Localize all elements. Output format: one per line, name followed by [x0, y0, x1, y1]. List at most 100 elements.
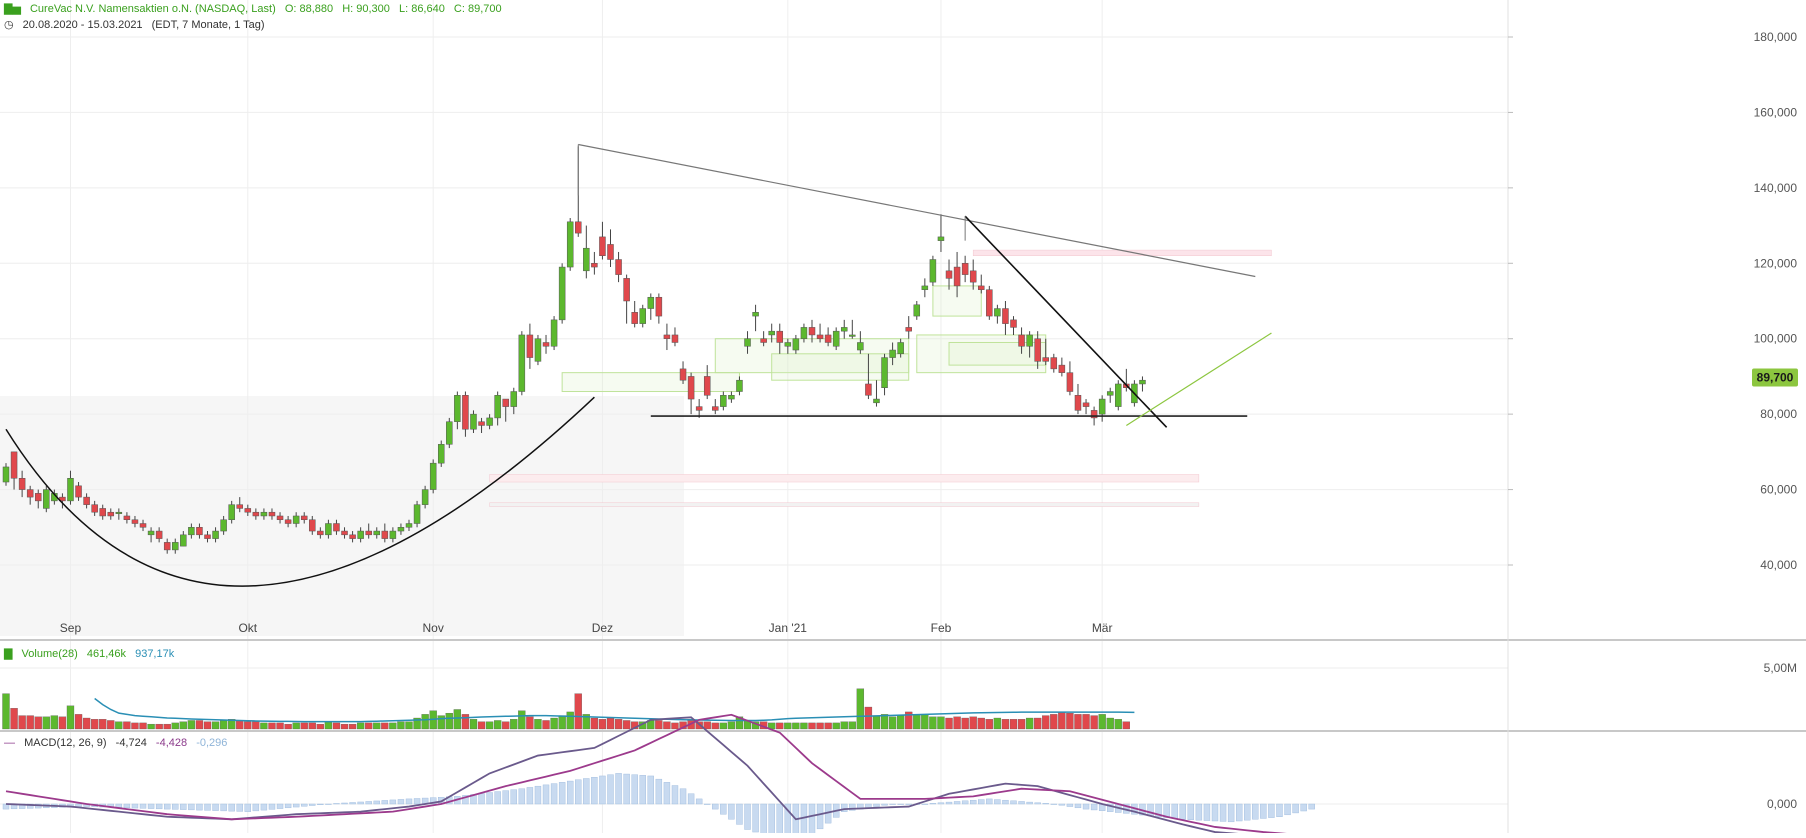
- volume-bar: [961, 717, 969, 730]
- volume-bar: [91, 719, 99, 730]
- macd-histogram-bar: [712, 803, 719, 810]
- candle-body: [10, 451, 18, 479]
- macd-histogram-bar: [268, 803, 276, 810]
- support-zone: [489, 474, 1200, 483]
- candle-body: [470, 413, 477, 430]
- volume-bar: [42, 716, 50, 730]
- volume-bar: [969, 716, 977, 730]
- open-value: O: 88,880: [284, 3, 334, 15]
- candle-body: [695, 406, 703, 411]
- price-tick-label: 80,000: [1760, 407, 1797, 421]
- macd-histogram-bar: [252, 803, 260, 812]
- candle-body: [897, 342, 904, 355]
- volume-bar: [179, 721, 187, 730]
- signal-value: -4,428: [155, 737, 188, 749]
- macd-histogram-bar: [1211, 803, 1219, 822]
- volume-bar: [671, 722, 679, 730]
- candle-body: [583, 247, 590, 272]
- volume-bar: [10, 708, 18, 730]
- candle-body: [953, 266, 961, 287]
- volume-bar: [34, 716, 42, 730]
- volume-bar: [147, 723, 155, 730]
- volume-bar: [107, 720, 115, 730]
- volume-bar: [719, 722, 727, 730]
- candle-body: [236, 504, 243, 509]
- candle-body: [881, 357, 888, 388]
- macd-histogram-bar: [679, 788, 687, 805]
- candle-body: [172, 542, 179, 551]
- macd-histogram-bar: [1042, 803, 1049, 805]
- volume-bar: [550, 717, 558, 730]
- macd-histogram-bar: [695, 798, 703, 805]
- candle-body: [978, 285, 985, 290]
- candle-body: [252, 511, 260, 517]
- macd-histogram-bar: [623, 773, 630, 805]
- candle-body: [558, 266, 566, 321]
- x-tick-label: Mär: [1092, 621, 1113, 635]
- candle-body: [1098, 398, 1106, 415]
- candle-body: [889, 349, 896, 358]
- candle-body: [180, 534, 187, 547]
- volume-bar: [171, 722, 179, 730]
- macd-histogram-bar: [1090, 803, 1098, 811]
- candle-body: [365, 530, 372, 536]
- candle-body: [220, 519, 227, 532]
- macd-histogram-bar: [276, 803, 284, 809]
- price-tick-label: 60,000: [1760, 483, 1797, 497]
- volume-value-1: 461,46k: [86, 648, 127, 660]
- macd-histogram-bar: [373, 800, 380, 805]
- period-info: (EDT, 7 Monate, 1 Tag): [151, 19, 265, 31]
- candle-body: [518, 334, 526, 392]
- candle-body: [300, 515, 308, 520]
- candle-body: [1010, 319, 1017, 328]
- candle-body: [937, 236, 945, 241]
- volume-bar: [131, 722, 139, 730]
- candle-body: [768, 330, 775, 336]
- macd-histogram-bar: [945, 801, 953, 805]
- volume-bar: [598, 719, 607, 730]
- macd-histogram-bar: [655, 778, 663, 805]
- candle-body: [437, 444, 445, 464]
- macd-histogram-bar: [1284, 803, 1291, 816]
- instrument-header: ▇▅ CureVac N.V. Namensaktien o.N. (NASDA…: [4, 2, 508, 15]
- candle-body: [115, 511, 123, 514]
- volume-bar: [526, 716, 534, 730]
- clock-icon: ◷: [4, 19, 14, 31]
- macd-histogram-bar: [526, 787, 534, 805]
- date-range: 20.08.2020 - 15.03.2021: [22, 19, 143, 31]
- volume-bar: [622, 720, 631, 730]
- candle-body: [405, 523, 413, 528]
- candle-body: [83, 496, 90, 505]
- volume-bar: [510, 719, 518, 730]
- volume-bar: [824, 722, 832, 730]
- volume-bar: [558, 715, 566, 730]
- macd-histogram-bar: [929, 803, 937, 805]
- macd-histogram-bar: [994, 799, 1001, 805]
- volume-bar: [421, 714, 429, 730]
- candle-body: [663, 334, 671, 339]
- macd-histogram-bar: [389, 799, 397, 805]
- candle-body: [1139, 379, 1146, 385]
- candle-body: [510, 391, 518, 407]
- volume-bar: [365, 722, 373, 730]
- macd-histogram-bar: [905, 803, 912, 805]
- candle-body: [131, 519, 139, 524]
- candle-body: [736, 379, 743, 392]
- volume-bar: [913, 714, 921, 730]
- macd-histogram-bar: [365, 801, 372, 805]
- volume-bar: [1090, 715, 1098, 730]
- candle-body: [631, 312, 638, 324]
- x-tick-label: Jan '21: [769, 621, 808, 635]
- macd-histogram-bar: [534, 785, 542, 805]
- macd-histogram-bar: [1244, 803, 1251, 821]
- macd-histogram-bar: [728, 803, 735, 820]
- candle-body: [599, 236, 606, 256]
- macd-histogram-bar: [615, 773, 622, 805]
- macd-histogram-bar: [897, 803, 904, 805]
- macd-histogram-bar: [1219, 803, 1227, 822]
- support-zone: [489, 502, 1200, 507]
- volume-bar: [437, 715, 445, 730]
- candle-body: [615, 259, 622, 275]
- volume-bar: [340, 723, 349, 730]
- candle-body: [1026, 334, 1033, 347]
